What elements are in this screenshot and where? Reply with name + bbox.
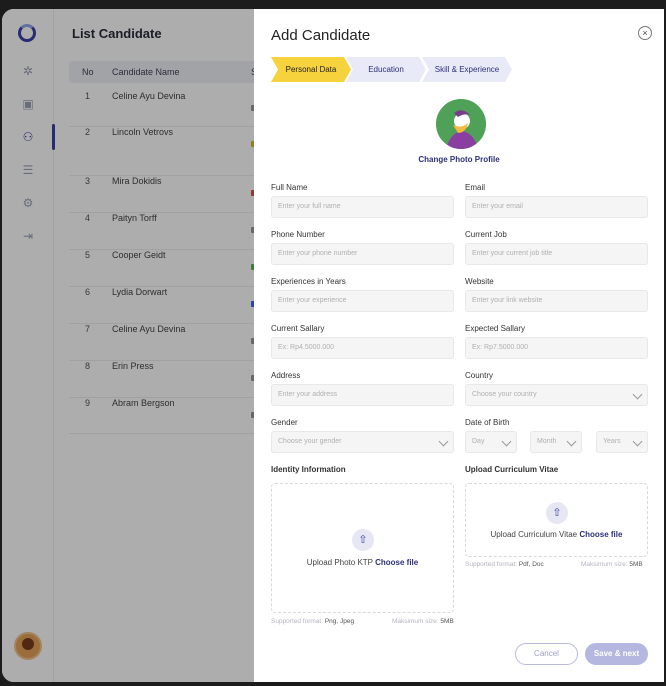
current-job-label: Current Job xyxy=(465,230,507,239)
current-salary-input[interactable]: Ex: Rp4.5000.000 xyxy=(271,337,454,359)
cv-size-label: Maksimum size: xyxy=(581,561,628,568)
upload-icon: ⇧ xyxy=(546,502,568,524)
cv-format-hint: Supported format: Pdf, Doc xyxy=(465,561,544,568)
full-name-input[interactable]: Enter your full name xyxy=(271,196,454,218)
current-job-input[interactable]: Enter your current job title xyxy=(465,243,648,265)
add-candidate-drawer: Add Candidate × Personal Data Education … xyxy=(254,9,664,682)
email-input[interactable]: Enter your email xyxy=(465,196,648,218)
ktp-upload-label: Upload Photo KTP xyxy=(306,558,373,567)
step-education[interactable]: Education xyxy=(346,57,426,82)
ktp-upload-text: Upload Photo KTP Choose file xyxy=(272,558,453,567)
address-input[interactable]: Enter your address xyxy=(271,384,454,406)
dob-year-select[interactable]: Years xyxy=(596,431,648,453)
step-label: Skill & Experience xyxy=(434,65,500,74)
dob-month-select[interactable]: Month xyxy=(530,431,582,453)
chevron-down-icon xyxy=(632,389,643,400)
cv-dropzone[interactable]: ⇧ Upload Curriculum Vitae Choose file xyxy=(465,483,648,557)
ktp-size-label: Maksimum size: xyxy=(392,618,439,625)
expected-salary-input[interactable]: Ex: Rp7.5000.000 xyxy=(465,337,648,359)
cancel-button[interactable]: Cancel xyxy=(515,643,578,665)
identity-section-title: Identity Information xyxy=(271,465,346,474)
cv-upload-label: Upload Curriculum Vitae xyxy=(490,530,578,539)
close-icon[interactable]: × xyxy=(638,26,652,40)
full-name-label: Full Name xyxy=(271,183,308,192)
country-select-value: Choose your country xyxy=(472,391,537,398)
dob-year-value: Years xyxy=(603,438,621,445)
ktp-size-value: 5MB xyxy=(440,618,454,625)
gender-select[interactable]: Choose your gender xyxy=(271,431,454,453)
ktp-size-hint: Maksimum size: 5MB xyxy=(392,618,454,625)
experience-input[interactable]: Enter your experience xyxy=(271,290,454,312)
phone-input[interactable]: Enter your phone number xyxy=(271,243,454,265)
chevron-down-icon xyxy=(438,436,449,447)
dob-day-value: Day xyxy=(472,438,485,445)
dob-day-select[interactable]: Day xyxy=(465,431,517,453)
cv-size-value: 5MB xyxy=(629,561,643,568)
gender-select-value: Choose your gender xyxy=(278,438,342,445)
ktp-format-hint: Supported format: Png, Jpeg xyxy=(271,618,354,625)
dob-month-value: Month xyxy=(537,438,557,445)
cv-format-label: Supported format: xyxy=(465,561,518,568)
step-label: Education xyxy=(368,65,404,74)
chevron-down-icon xyxy=(632,436,643,447)
save-next-button[interactable]: Save & next xyxy=(585,643,648,665)
change-photo-link[interactable]: Change Photo Profile xyxy=(254,155,664,164)
ktp-choose-file-link[interactable]: Choose file xyxy=(375,558,418,567)
cv-choose-file-link[interactable]: Choose file xyxy=(579,530,622,539)
website-input[interactable]: Enter your link website xyxy=(465,290,648,312)
cv-upload-text: Upload Curriculum Vitae Choose file xyxy=(466,530,647,539)
upload-icon: ⇧ xyxy=(352,529,374,551)
profile-photo xyxy=(436,99,486,149)
chevron-down-icon xyxy=(566,436,577,447)
drawer-title: Add Candidate xyxy=(271,27,371,44)
profile-illustration xyxy=(436,99,486,149)
website-label: Website xyxy=(465,277,494,286)
dob-label: Date of Birth xyxy=(465,418,510,427)
ktp-format-label: Supported format: xyxy=(271,618,324,625)
chevron-down-icon xyxy=(501,436,512,447)
cv-size-hint: Maksimum size: 5MB xyxy=(581,561,643,568)
current-salary-label: Current Sallary xyxy=(271,324,325,333)
cv-format-value: Pdf, Doc xyxy=(518,561,544,568)
expected-salary-label: Expected Sallary xyxy=(465,324,526,333)
email-label: Email xyxy=(465,183,486,192)
country-label: Country xyxy=(465,371,494,380)
stepper: Personal Data Education Skill & Experien… xyxy=(271,57,521,82)
phone-label: Phone Number xyxy=(271,230,325,239)
ktp-dropzone[interactable]: ⇧ Upload Photo KTP Choose file xyxy=(271,483,454,613)
step-label: Personal Data xyxy=(285,65,337,74)
country-select[interactable]: Choose your country xyxy=(465,384,648,406)
step-skill-experience[interactable]: Skill & Experience xyxy=(422,57,512,82)
step-personal-data[interactable]: Personal Data xyxy=(271,57,351,82)
gender-label: Gender xyxy=(271,418,298,427)
experience-label: Experiences in Years xyxy=(271,277,346,286)
cv-section-title: Upload Curriculum Vitae xyxy=(465,465,559,474)
address-label: Address xyxy=(271,371,301,380)
ktp-format-value: Png, Jpeg xyxy=(324,618,355,625)
